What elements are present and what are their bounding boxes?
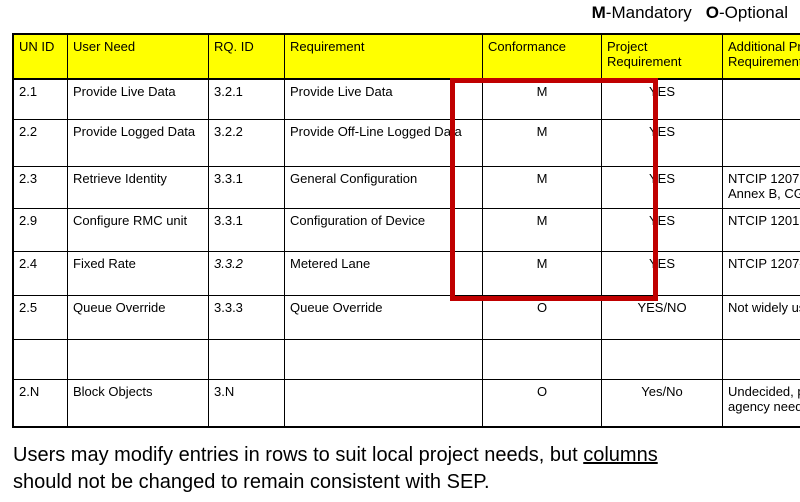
table-row: 2.1 Provide Live Data 3.2.1 Provide Live… [12, 78, 800, 120]
column-header-rq-id: RQ. ID [208, 33, 285, 80]
requirements-traceability-table: UN ID User Need RQ. ID Requirement Confo… [12, 33, 800, 428]
legend-line: M-Mandatory O-Optional [0, 2, 788, 24]
cell-requirement [284, 339, 483, 380]
cell-user-need: Fixed Rate [67, 251, 209, 296]
cell-requirement: Provide Live Data [284, 78, 483, 120]
cell-rq-id [208, 339, 285, 380]
footer-note: Users may modify entries in rows to suit… [13, 442, 793, 496]
cell-conformance: M [482, 166, 602, 209]
cell-user-need: Block Objects [67, 379, 209, 428]
table-header: UN ID User Need RQ. ID Requirement Confo… [12, 33, 800, 80]
cell-additional [722, 339, 800, 380]
cell-requirement [284, 379, 483, 428]
table-row: 2.2 Provide Logged Data 3.2.2 Provide Of… [12, 119, 800, 167]
cell-project-requirement: YES [601, 166, 723, 209]
cell-rq-id: 3.2.2 [208, 119, 285, 167]
cell-project-requirement: YES [601, 208, 723, 252]
cell-conformance: O [482, 295, 602, 340]
cell-conformance [482, 339, 602, 380]
cell-requirement: General Configuration [284, 166, 483, 209]
cell-project-requirement: Yes/No [601, 379, 723, 428]
cell-un-id: 2.3 [12, 166, 68, 209]
table-row: 2.9 Configure RMC unit 3.3.1 Configurati… [12, 208, 800, 252]
legend-text-optional: -Optional [719, 3, 788, 22]
cell-rq-id: 3.3.1 [208, 166, 285, 209]
table-header-row: UN ID User Need RQ. ID Requirement Confo… [12, 33, 800, 80]
legend-key-optional: O [705, 3, 720, 22]
cell-un-id: 2.4 [12, 251, 68, 296]
cell-user-need [67, 339, 209, 380]
cell-additional: Not widely used [722, 295, 800, 340]
cell-rq-id: 3.N [208, 379, 285, 428]
table-body: 2.1 Provide Live Data 3.2.1 Provide Live… [12, 78, 800, 428]
cell-user-need: Configure RMC unit [67, 208, 209, 252]
cell-conformance: M [482, 78, 602, 120]
cell-conformance: M [482, 251, 602, 296]
cell-user-need: Provide Live Data [67, 78, 209, 120]
footer-note-line2: should not be changed to remain consiste… [13, 471, 490, 493]
cell-conformance: O [482, 379, 602, 428]
cell-project-requirement: YES/NO [601, 295, 723, 340]
footer-note-underlined-word: columns [583, 444, 658, 466]
legend-item-mandatory: M-Mandatory [592, 3, 692, 22]
table-row: 2.5 Queue Override 3.3.3 Queue Override … [12, 295, 800, 340]
table-row: 2.3 Retrieve Identity 3.3.1 General Conf… [12, 166, 800, 209]
legend-text-mandatory: -Mandatory [605, 3, 692, 22]
cell-un-id: 2.5 [12, 295, 68, 340]
cell-un-id: 2.1 [12, 78, 68, 120]
footer-note-line1-before: Users may modify entries in rows to suit… [13, 444, 584, 466]
cell-un-id: 2.9 [12, 208, 68, 252]
cell-requirement: Provide Off-Line Logged Data [284, 119, 483, 167]
cell-user-need: Queue Override [67, 295, 209, 340]
cell-user-need: Provide Logged Data [67, 119, 209, 167]
column-header-requirement: Requirement [284, 33, 483, 80]
cell-requirement: Queue Override [284, 295, 483, 340]
cell-additional: Undecided, per agency need [722, 379, 800, 428]
cell-additional: NTCIP 1207 v02 Annex B, CG B.3 [722, 166, 800, 209]
table-row [12, 339, 800, 380]
column-header-conformance: Conformance [482, 33, 602, 80]
cell-project-requirement: YES [601, 251, 723, 296]
cell-project-requirement [601, 339, 723, 380]
legend-item-optional: O-Optional [706, 3, 788, 22]
cell-additional: NTCIP 1201, CL 2.2 [722, 208, 800, 252]
cell-un-id [12, 339, 68, 380]
cell-additional: NTCIP 1207-3.3 [722, 251, 800, 296]
table-row: 2.N Block Objects 3.N O Yes/No Undecided… [12, 379, 800, 428]
cell-un-id: 2.N [12, 379, 68, 428]
cell-additional [722, 78, 800, 120]
cell-requirement: Configuration of Device [284, 208, 483, 252]
cell-project-requirement: YES [601, 119, 723, 167]
cell-requirement: Metered Lane [284, 251, 483, 296]
table-row: 2.4 Fixed Rate 3.3.2 Metered Lane M YES … [12, 251, 800, 296]
cell-project-requirement: YES [601, 78, 723, 120]
column-header-project-requirement: Project Requirement [601, 33, 723, 80]
cell-conformance: M [482, 119, 602, 167]
column-header-additional-project-requirements: Additional Project Requirements [722, 33, 800, 80]
column-header-un-id: UN ID [12, 33, 68, 80]
cell-user-need: Retrieve Identity [67, 166, 209, 209]
cell-un-id: 2.2 [12, 119, 68, 167]
column-header-user-need: User Need [67, 33, 209, 80]
legend-key-mandatory: M [591, 3, 606, 22]
cell-rq-id: 3.3.1 [208, 208, 285, 252]
cell-rq-id: 3.3.2 [208, 251, 285, 296]
cell-conformance: M [482, 208, 602, 252]
cell-additional [722, 119, 800, 167]
cell-rq-id: 3.2.1 [208, 78, 285, 120]
cell-rq-id: 3.3.3 [208, 295, 285, 340]
